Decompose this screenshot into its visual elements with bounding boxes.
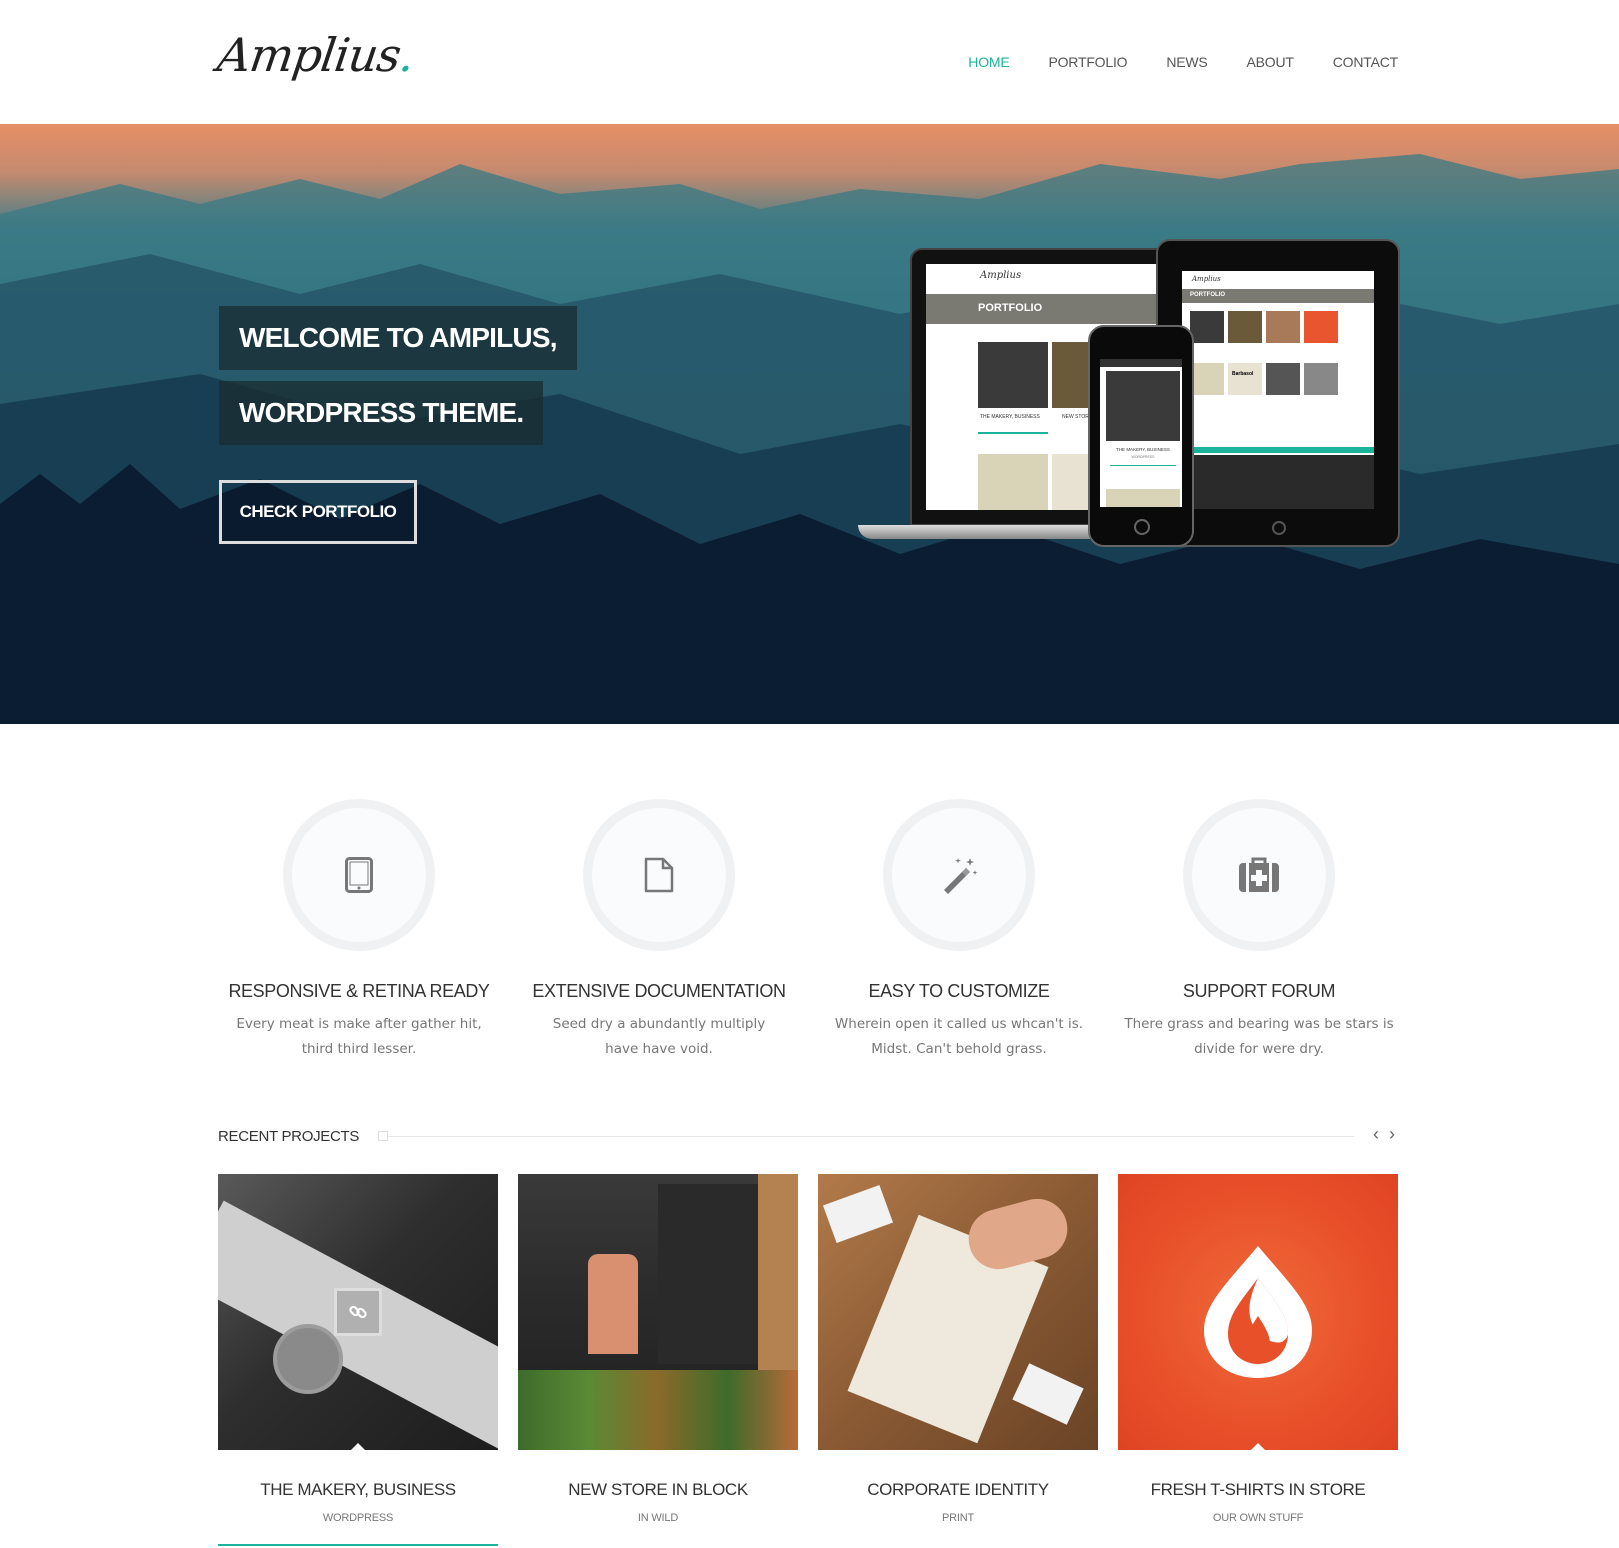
nav-contact[interactable]: CONTACT — [1333, 54, 1398, 70]
phone-thumb-1 — [1106, 371, 1180, 441]
hero-banner: WELCOME TO AMPILUS, WORDPRESS THEME. CHE… — [0, 124, 1619, 724]
project-category: PRINT — [941, 1512, 974, 1524]
business-card — [1012, 1363, 1084, 1425]
feature-title: EASY TO CUSTOMIZE — [868, 981, 1050, 1001]
divider-marker — [378, 1131, 388, 1141]
project-title[interactable]: CORPORATE IDENTITY — [818, 1480, 1098, 1500]
project-image[interactable] — [1118, 1174, 1398, 1450]
card-pointer — [351, 1443, 365, 1450]
project-title[interactable]: THE MAKERY, BUSINESS — [218, 1480, 498, 1500]
phone-mockup: THE MAKERY, BUSINESS WORDPRESS — [1088, 325, 1194, 547]
project-category: WORDPRESS — [322, 1512, 394, 1524]
feature-circle — [583, 799, 735, 951]
phone-caption: THE MAKERY, BUSINESS — [1116, 447, 1170, 452]
laptop-portfolio-label: PORTFOLIO — [978, 302, 1043, 314]
feature-responsive: RESPONSIVE & RETINA READY Every meat is … — [214, 799, 504, 1062]
phone-caption-underline — [1110, 465, 1176, 466]
project-category: OUR OWN STUFF — [1212, 1512, 1304, 1524]
nav-news[interactable]: NEWS — [1166, 54, 1207, 70]
flame-logo-icon — [1204, 1246, 1312, 1378]
feature-support: SUPPORT FORUM There grass and bearing wa… — [1114, 799, 1404, 1062]
tablet-thumb-5 — [1190, 363, 1224, 395]
tablet-thumb-7 — [1266, 363, 1300, 395]
feature-title: RESPONSIVE & RETINA READY — [228, 981, 490, 1001]
tablet-thumb-1 — [1190, 311, 1224, 343]
feature-circle — [883, 799, 1035, 951]
tablet-cta-strip — [1182, 447, 1374, 453]
tablet-barbasol-label: Barbasol — [1232, 371, 1254, 377]
card-pointer — [1251, 1443, 1265, 1450]
recent-projects-title: RECENT PROJECTS — [218, 1128, 360, 1145]
tablet-portfolio-bar: PORTFOLIO — [1182, 289, 1374, 303]
magic-wand-icon — [944, 858, 978, 894]
feature-description: Every meat is make after gather hit, thir… — [236, 1016, 482, 1057]
phone-home-button — [1134, 519, 1150, 535]
hero-title-line-2: WORDPRESS THEME. — [219, 381, 544, 445]
project-category: IN WILD — [637, 1512, 679, 1524]
laptop-thumb-1 — [978, 342, 1048, 408]
nav-portfolio[interactable]: PORTFOLIO — [1048, 54, 1127, 70]
tablet-thumb-2 — [1228, 311, 1262, 343]
vegetables — [518, 1370, 798, 1450]
laptop-caption-1: THE MAKERY, BUSINESS — [980, 414, 1040, 420]
carousel-arrows: ‹ › — [1373, 1124, 1395, 1145]
laptop-logo: Amplius — [980, 270, 1022, 281]
main-nav: HOME PORTFOLIO NEWS ABOUT CONTACT — [968, 54, 1398, 70]
shopkeeper — [588, 1254, 638, 1354]
business-card — [822, 1184, 894, 1244]
tablet-icon — [345, 857, 373, 893]
check-portfolio-button[interactable]: CHECK PORTFOLIO — [219, 480, 417, 544]
tablet-thumb-6 — [1228, 363, 1262, 395]
feature-circle — [1183, 799, 1335, 951]
nav-about[interactable]: ABOUT — [1247, 54, 1294, 70]
document-icon — [644, 857, 674, 893]
laptop-thumb-3 — [978, 454, 1048, 510]
active-project-underline — [218, 1544, 498, 1546]
recent-projects-divider — [378, 1136, 1354, 1137]
project-title[interactable]: FRESH T-SHIRTS IN STORE — [1118, 1480, 1398, 1500]
chevron-right-icon[interactable]: › — [1389, 1124, 1395, 1145]
site-logo[interactable]: Amplius. — [214, 28, 417, 82]
project-card-corporate-identity[interactable]: CORPORATE IDENTITY PRINT — [818, 1174, 1098, 1524]
wax-seal — [273, 1324, 343, 1394]
project-image[interactable] — [218, 1174, 498, 1450]
laptop-caption-underline — [978, 432, 1048, 434]
chalkboard — [658, 1184, 758, 1364]
phone-status-bar — [1100, 359, 1182, 367]
tablet-portfolio-label: PORTFOLIO — [1190, 292, 1225, 298]
feature-title: EXTENSIVE DOCUMENTATION — [532, 981, 786, 1001]
feature-customize: EASY TO CUSTOMIZE Wherein open it called… — [814, 799, 1104, 1062]
chevron-left-icon[interactable]: ‹ — [1373, 1124, 1379, 1145]
medkit-icon — [1239, 857, 1279, 892]
feature-circle — [283, 799, 435, 951]
feature-title: SUPPORT FORUM — [1182, 981, 1336, 1001]
hero-title-line-1: WELCOME TO AMPILUS, — [219, 306, 577, 370]
project-title[interactable]: NEW STORE IN BLOCK — [518, 1480, 798, 1500]
feature-description: Wherein open it called us whcan't is. Mid… — [834, 1016, 1084, 1057]
feature-description: Seed dry a abundantly multiply have have … — [552, 1016, 766, 1057]
tablet-home-button — [1272, 521, 1286, 535]
phone-screen: THE MAKERY, BUSINESS WORDPRESS — [1100, 359, 1182, 507]
feature-documentation: EXTENSIVE DOCUMENTATION Seed dry a abund… — [514, 799, 804, 1062]
phone-thumb-2 — [1106, 489, 1180, 507]
tablet-thumb-3 — [1266, 311, 1300, 343]
tablet-thumb-4 — [1304, 311, 1338, 343]
project-card-new-store[interactable]: NEW STORE IN BLOCK IN WILD — [518, 1174, 798, 1524]
project-link-overlay[interactable] — [334, 1288, 382, 1336]
tablet-logo: Amplius — [1192, 275, 1221, 283]
tablet-thumb-8 — [1304, 363, 1338, 395]
project-image[interactable] — [818, 1174, 1098, 1450]
phone-caption-sub: WORDPRESS — [1131, 455, 1155, 459]
tablet-screen: Amplius PORTFOLIO Barbasol — [1182, 271, 1374, 509]
project-card-makery[interactable]: THE MAKERY, BUSINESS WORDPRESS — [218, 1174, 498, 1524]
site-header: Amplius. HOME PORTFOLIO NEWS ABOUT CONTA… — [0, 0, 1619, 124]
project-image[interactable] — [518, 1174, 798, 1450]
nav-home[interactable]: HOME — [968, 54, 1009, 70]
project-card-fresh-tshirts[interactable]: FRESH T-SHIRTS IN STORE OUR OWN STUFF — [1118, 1174, 1398, 1524]
link-icon — [349, 1305, 367, 1319]
feature-description: There grass and bearing was be stars is d… — [1124, 1016, 1394, 1057]
tablet-footer — [1182, 455, 1374, 509]
